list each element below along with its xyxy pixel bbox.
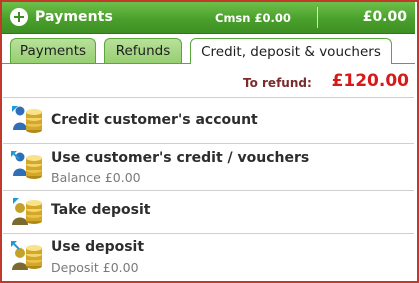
action-title: Use deposit (51, 239, 145, 255)
tab-payments[interactable]: Payments (10, 38, 96, 63)
take-deposit-row[interactable]: Take deposit (3, 190, 414, 232)
action-title: Take deposit (51, 202, 151, 218)
use-credit-row[interactable]: Use customer's credit / vouchers Balance… (3, 143, 414, 189)
use-credit-icon (11, 151, 42, 179)
action-title: Credit customer's account (51, 112, 258, 128)
use-deposit-icon (11, 241, 42, 270)
payments-total: £0.00 (362, 9, 407, 25)
take-deposit-icon (12, 198, 42, 225)
credit-balance: Balance £0.00 (51, 170, 141, 185)
panel-header: Payments Cmsn £0.00 £0.00 (2, 2, 415, 34)
action-title: Use customer's credit / vouchers (51, 150, 310, 166)
deposit-balance: Deposit £0.00 (51, 260, 139, 275)
use-deposit-row[interactable]: Use deposit Deposit £0.00 (3, 233, 414, 280)
header-divider (317, 7, 318, 28)
credit-account-row[interactable]: Credit customer's account (3, 97, 414, 142)
to-refund-label: To refund: (243, 76, 312, 90)
credit-account-icon (12, 106, 42, 133)
panel-title: Payments (35, 9, 113, 25)
tab-bar: Payments Refunds Credit, deposit & vouch… (2, 34, 415, 64)
tab-credit-deposit-vouchers[interactable]: Credit, deposit & vouchers (190, 38, 392, 64)
commission-amount: Cmsn £0.00 (215, 11, 291, 25)
expand-plus-icon[interactable] (10, 8, 28, 26)
to-refund-amount: £120.00 (331, 71, 409, 91)
tab-refunds[interactable]: Refunds (104, 38, 182, 63)
